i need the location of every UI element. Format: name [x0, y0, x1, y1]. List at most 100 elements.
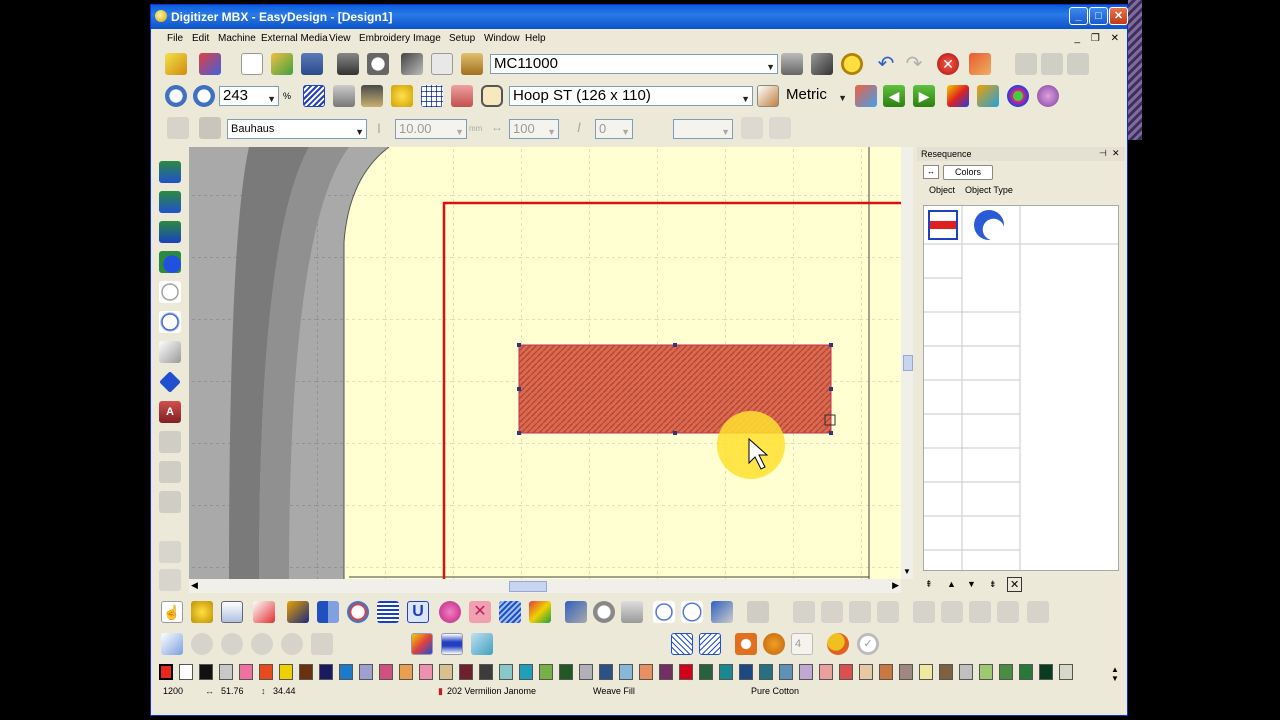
- u-stitch-icon[interactable]: U: [407, 601, 429, 623]
- rectangle-icon[interactable]: [159, 221, 181, 243]
- scroll-left-icon[interactable]: ◀: [191, 580, 198, 591]
- thread-swatch[interactable]: [779, 664, 793, 680]
- text-style-field[interactable]: ▼: [673, 119, 733, 139]
- vscroll-thumb[interactable]: [903, 355, 913, 371]
- group-icon[interactable]: [1027, 601, 1049, 623]
- distribute-v-icon[interactable]: [913, 601, 935, 623]
- color-sort-icon[interactable]: [947, 85, 969, 107]
- text-transform-icon[interactable]: [167, 117, 189, 139]
- thread-swatch[interactable]: [319, 664, 333, 680]
- menu-image[interactable]: Image: [413, 33, 441, 44]
- undo-icon[interactable]: ↶: [875, 53, 897, 75]
- move-top-icon[interactable]: ⇞: [925, 579, 933, 590]
- thread-swatch[interactable]: [419, 664, 433, 680]
- diamond-fill-icon[interactable]: [159, 371, 181, 393]
- thread-swatch[interactable]: [759, 664, 773, 680]
- menu-edit[interactable]: Edit: [192, 33, 209, 44]
- align-middle-icon[interactable]: [821, 601, 843, 623]
- curve-icon[interactable]: [593, 601, 615, 623]
- save-icon[interactable]: [301, 53, 323, 75]
- eraser-icon[interactable]: [969, 53, 991, 75]
- font-select[interactable]: Bauhaus ▼: [227, 119, 367, 139]
- star-select-icon[interactable]: [191, 601, 213, 623]
- thread-swatch[interactable]: [959, 664, 973, 680]
- redo-icon[interactable]: ↷: [903, 53, 925, 75]
- swap-view-icon[interactable]: ↔: [923, 165, 939, 179]
- circle-outline-icon[interactable]: [681, 601, 703, 623]
- magnifier-icon[interactable]: [841, 53, 863, 75]
- title-bar[interactable]: Digitizer MBX - EasyDesign - [Design1] _…: [151, 5, 1128, 29]
- add-text-icon[interactable]: [741, 117, 763, 139]
- menu-view[interactable]: View: [329, 33, 351, 44]
- design-canvas[interactable]: [189, 147, 901, 579]
- color-wheel-icon[interactable]: [1007, 85, 1029, 107]
- thread-swatch[interactable]: [799, 664, 813, 680]
- width-field[interactable]: 100 ▼: [509, 119, 559, 139]
- applique-icon[interactable]: [159, 461, 181, 483]
- cross-stitch-icon[interactable]: ✕: [469, 601, 491, 623]
- thread-swatch[interactable]: [499, 664, 513, 680]
- picture-icon[interactable]: [361, 85, 383, 107]
- thread-swatch[interactable]: [1019, 664, 1033, 680]
- paste-icon[interactable]: [461, 53, 483, 75]
- thread-swatch[interactable]: [459, 664, 473, 680]
- machine-select[interactable]: MC11000 ▼: [490, 54, 778, 74]
- thread-swatch[interactable]: [219, 664, 233, 680]
- circle-fill-icon[interactable]: [159, 251, 181, 273]
- image-tool-icon[interactable]: [311, 633, 333, 655]
- thread-swatch[interactable]: [999, 664, 1013, 680]
- color-film-icon[interactable]: [411, 633, 433, 655]
- thread-swatch[interactable]: [279, 664, 293, 680]
- properties-icon[interactable]: [221, 601, 243, 623]
- thread-spool-icon[interactable]: [441, 633, 463, 655]
- decorative-icon[interactable]: [735, 633, 757, 655]
- scroll-right-icon[interactable]: ▶: [892, 580, 899, 591]
- palette-scroll-icon[interactable]: ▲ ▼: [1111, 665, 1119, 683]
- knife-icon[interactable]: [711, 601, 733, 623]
- thread-swatch[interactable]: [639, 664, 653, 680]
- thread-swatch[interactable]: [259, 664, 273, 680]
- new-file-icon[interactable]: [241, 53, 263, 75]
- thread-swatch[interactable]: [699, 664, 713, 680]
- menu-setup[interactable]: Setup: [449, 33, 475, 44]
- thread-swatch[interactable]: [479, 664, 493, 680]
- menu-window[interactable]: Window: [484, 33, 520, 44]
- move-up-icon[interactable]: ▲: [947, 579, 956, 589]
- thread-swatch[interactable]: [539, 664, 553, 680]
- zoom-select[interactable]: 243 ▼: [219, 86, 279, 106]
- thread-swatch[interactable]: [519, 664, 533, 680]
- maximize-button[interactable]: □: [1089, 7, 1108, 25]
- auto-digitize-icon[interactable]: [191, 633, 213, 655]
- rotate-icon[interactable]: [347, 601, 369, 623]
- close-button[interactable]: ✕: [1109, 7, 1128, 25]
- hscroll-thumb[interactable]: [509, 581, 547, 592]
- print-preview-icon[interactable]: [367, 53, 389, 75]
- copy-icon[interactable]: [431, 53, 453, 75]
- print-icon[interactable]: [337, 53, 359, 75]
- background-image-icon[interactable]: [161, 633, 183, 655]
- same-width-icon[interactable]: [941, 601, 963, 623]
- thread-swatch[interactable]: [679, 664, 693, 680]
- open-file-icon[interactable]: [271, 53, 293, 75]
- glasses-icon[interactable]: [333, 85, 355, 107]
- cut-icon[interactable]: [401, 53, 423, 75]
- thread-swatch[interactable]: [579, 664, 593, 680]
- stop-icon[interactable]: ✕: [937, 53, 959, 75]
- photo-stitch-icon[interactable]: [159, 541, 181, 563]
- move-bottom-icon[interactable]: ⇟: [989, 579, 997, 590]
- thread-swatch[interactable]: [439, 664, 453, 680]
- grid-icon[interactable]: [421, 85, 443, 107]
- thread-swatch[interactable]: [839, 664, 853, 680]
- tools-icon[interactable]: [811, 53, 833, 75]
- pattern-run-icon[interactable]: [699, 633, 721, 655]
- thread-swatch[interactable]: [659, 664, 673, 680]
- thread-swatch[interactable]: [179, 664, 193, 680]
- align-center-icon[interactable]: [1041, 53, 1063, 75]
- align-bottom-icon[interactable]: [849, 601, 871, 623]
- repeat-count-field[interactable]: 4: [791, 633, 813, 655]
- thread-swatch[interactable]: [1059, 664, 1073, 680]
- thread-swatch[interactable]: [979, 664, 993, 680]
- thread-swatch[interactable]: [559, 664, 573, 680]
- thread-swatch[interactable]: [399, 664, 413, 680]
- thread-swatch[interactable]: [239, 664, 253, 680]
